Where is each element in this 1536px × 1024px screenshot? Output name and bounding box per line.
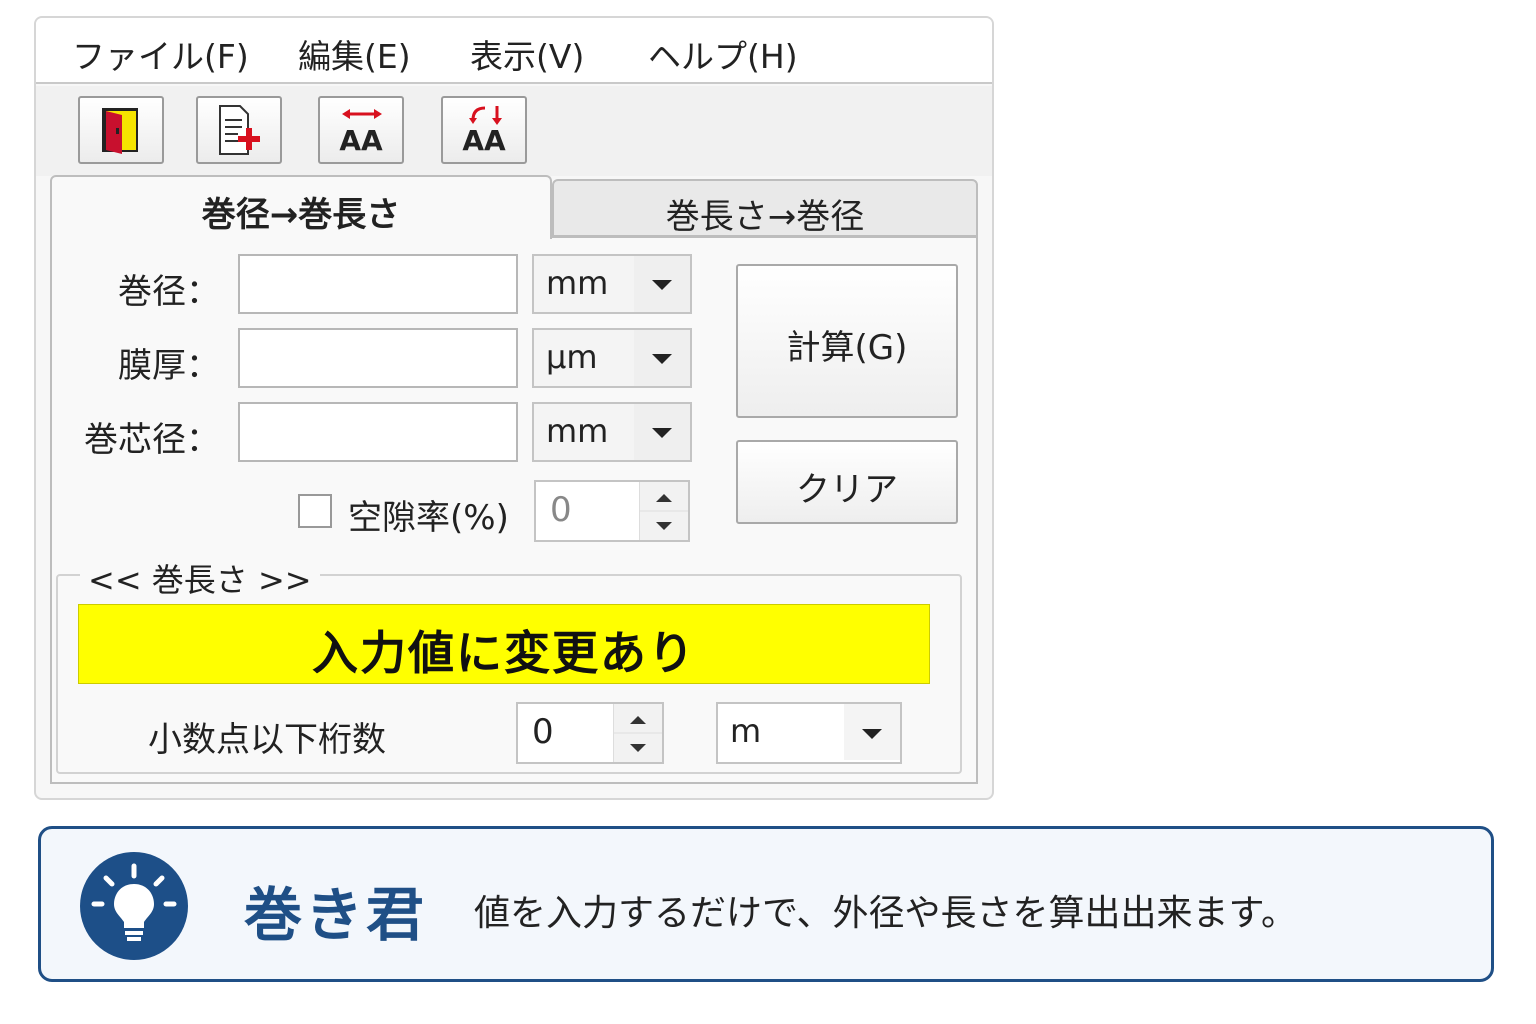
- thickness-unit-select[interactable]: μm: [532, 328, 692, 388]
- tab-label: 巻長さ→巻径: [665, 197, 865, 237]
- core-diameter-unit-select[interactable]: mm: [532, 402, 692, 462]
- chevron-down-icon: [634, 256, 690, 312]
- spinner-value: 0: [550, 490, 572, 530]
- app-description: 値を入力するだけで、外径や長さを算出出来ます。: [474, 893, 1297, 934]
- result-group-title: << 巻長さ >>: [80, 555, 320, 601]
- chevron-down-icon: [844, 704, 900, 760]
- decimals-spinner[interactable]: 0: [516, 702, 664, 764]
- chevron-down-icon: [634, 404, 690, 460]
- result-unit-select[interactable]: m: [716, 702, 902, 764]
- void-ratio-spinner[interactable]: 0: [534, 480, 690, 542]
- calculate-button[interactable]: 計算(G): [736, 264, 958, 418]
- void-ratio-checkbox[interactable]: [298, 494, 332, 528]
- font-swap-icon: AA: [462, 106, 506, 157]
- exit-button[interactable]: [78, 96, 164, 164]
- menu-edit[interactable]: 編集(E): [298, 30, 411, 78]
- font-swap-button[interactable]: AA: [441, 96, 527, 164]
- thickness-input[interactable]: [238, 328, 518, 388]
- status-text: 入力値に変更あり: [312, 626, 696, 680]
- app-name: 巻き君: [244, 881, 428, 949]
- unit-value: μm: [546, 338, 598, 376]
- tab-length-to-diameter[interactable]: 巻長さ→巻径: [552, 179, 978, 237]
- spin-arrows-icon[interactable]: [613, 704, 662, 762]
- core-diameter-input[interactable]: [238, 402, 518, 462]
- tab-label: 巻径→巻長さ: [201, 195, 401, 235]
- tab-diameter-to-length[interactable]: 巻径→巻長さ: [50, 175, 552, 239]
- aa-label: AA: [462, 124, 506, 157]
- new-document-button[interactable]: [196, 96, 282, 164]
- unit-value: m: [730, 712, 762, 750]
- unit-value: mm: [546, 412, 609, 450]
- chevron-down-icon: [634, 330, 690, 386]
- void-ratio-label: 空隙率(%): [348, 498, 509, 538]
- exit-door-icon: [102, 108, 138, 154]
- unit-value: mm: [546, 264, 609, 302]
- aa-label: AA: [339, 124, 383, 157]
- lightbulb-icon: [80, 852, 188, 960]
- spin-arrows-icon[interactable]: [639, 482, 688, 540]
- core-diameter-label: 巻芯径：: [84, 420, 220, 460]
- calculate-label: 計算(G): [786, 328, 908, 368]
- spinner-value: 0: [532, 712, 554, 752]
- thickness-label: 膜厚：: [118, 346, 220, 386]
- status-banner: 入力値に変更あり: [78, 604, 930, 684]
- diameter-label: 巻径：: [118, 272, 220, 312]
- new-document-icon: [219, 105, 260, 155]
- font-size-toggle-button[interactable]: AA: [318, 96, 404, 164]
- menu-help[interactable]: ヘルプ(H): [648, 30, 798, 78]
- menu-file[interactable]: ファイル(F): [72, 30, 249, 78]
- decimals-label: 小数点以下桁数: [148, 720, 386, 760]
- menu-view[interactable]: 表示(V): [470, 30, 584, 78]
- diameter-input[interactable]: [238, 254, 518, 314]
- diameter-unit-select[interactable]: mm: [532, 254, 692, 314]
- font-size-toggle-icon: AA: [339, 109, 383, 157]
- clear-button[interactable]: クリア: [736, 440, 958, 524]
- clear-label: クリア: [796, 470, 898, 510]
